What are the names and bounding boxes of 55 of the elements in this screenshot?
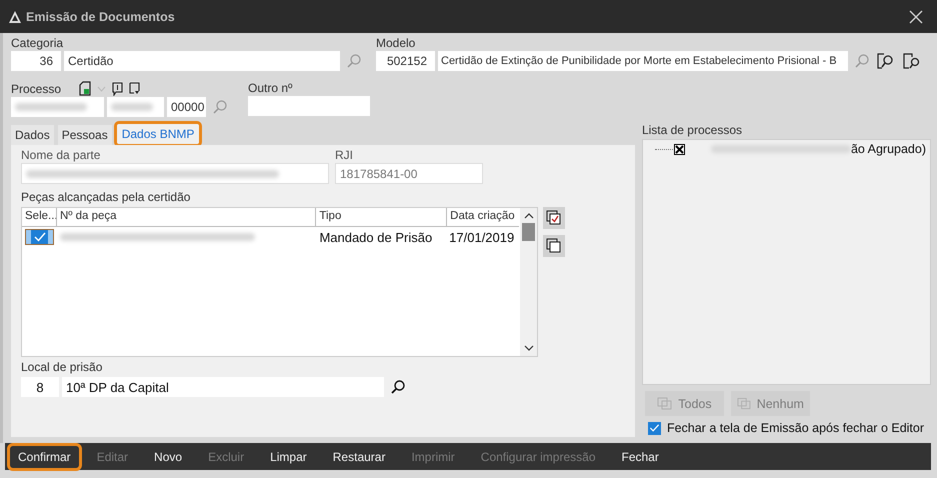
close-icon[interactable] [909, 10, 923, 24]
field-label: RJI [335, 148, 354, 162]
scroll-thumb[interactable] [522, 223, 535, 241]
redacted-field[interactable] [21, 163, 329, 184]
squares-icon [736, 396, 752, 410]
item-checkbox[interactable] [674, 144, 685, 154]
section-label: Lista de processos [642, 123, 743, 137]
column-header[interactable]: Nº da peça [56, 208, 316, 226]
field-label: Categoria [11, 36, 64, 50]
toolbar-button[interactable]: Fechar [614, 446, 667, 468]
name-field[interactable]: 10ª DP da Capital [62, 377, 384, 397]
table-cell-text: 17/01/2019 [448, 230, 516, 244]
scroll-up-icon[interactable] [524, 212, 534, 220]
field-label: Local de prisão [21, 360, 104, 374]
check-all-button[interactable] [543, 207, 565, 229]
column-header[interactable]: Tipo [316, 208, 448, 226]
squares-icon [657, 396, 674, 410]
list-item-text[interactable]: ão Agrupado) [850, 142, 926, 156]
redacted-field[interactable] [107, 97, 164, 117]
toolbar-button[interactable]: Limpar [262, 446, 315, 468]
document-icon[interactable] [79, 81, 92, 96]
code-field[interactable]: 36 [11, 51, 61, 71]
toolbar-button[interactable]: Novo [146, 446, 190, 468]
uncheck-all-button[interactable] [543, 235, 565, 257]
document-search-icon[interactable] [902, 52, 922, 70]
row-checkbox[interactable] [25, 229, 54, 245]
name-field[interactable]: Certidão [64, 51, 340, 71]
table-cell-text: Mandado de Prisão [318, 230, 434, 244]
checkbox-label[interactable]: Fechar a tela de Emissão após fechar o Editor [666, 421, 924, 435]
check-icon [32, 231, 46, 243]
code-field[interactable]: 8 [21, 377, 59, 397]
section-label: Peças alcançadas pela certidão [21, 190, 192, 204]
field-label: Modelo [376, 36, 416, 50]
number-field[interactable] [248, 96, 370, 116]
logo-icon [8, 10, 22, 24]
code-field[interactable]: 502152 [376, 51, 435, 71]
redacted-field[interactable] [11, 97, 104, 117]
column-header[interactable]: Data criação [447, 208, 519, 226]
search-icon[interactable] [390, 379, 406, 395]
tab[interactable]: Pessoas [58, 125, 112, 145]
document-download-icon[interactable] [129, 82, 140, 96]
tab[interactable]: Dados [11, 125, 54, 145]
info-document-icon[interactable] [112, 82, 124, 96]
checkbox[interactable] [648, 422, 661, 434]
window-title: Emissão de Documentos [26, 10, 175, 24]
suffix-field[interactable]: 00000 [167, 97, 206, 117]
name-field[interactable]: Certidão de Extinção de Punibilidade por Morte em Estabelecimento Prisional - B [438, 51, 848, 71]
field-label: Processo [11, 82, 62, 96]
scroll-down-icon[interactable] [524, 344, 534, 352]
tab[interactable]: Dados BNMP [116, 123, 200, 145]
scrollbar[interactable] [520, 208, 537, 356]
field-label: Outro nº [248, 81, 294, 95]
toolbar-button[interactable]: Restaurar [324, 446, 394, 468]
field-label: Nome da parte [21, 148, 102, 162]
rji-field[interactable]: 181785841-00 [335, 163, 483, 184]
